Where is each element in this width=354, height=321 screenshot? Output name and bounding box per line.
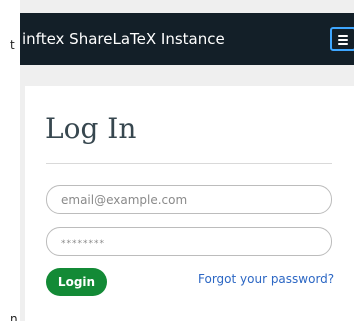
- top-navbar: inftex ShareLaTeX Instance: [20, 13, 354, 65]
- page-edge-strip: t n: [0, 0, 20, 321]
- menu-toggle-button[interactable]: [330, 27, 354, 51]
- hamburger-menu-icon: [338, 35, 348, 37]
- password-field[interactable]: [46, 227, 332, 256]
- clipped-text-fragment: n: [10, 312, 18, 321]
- login-button[interactable]: Login: [46, 268, 107, 296]
- forgot-password-link[interactable]: Forgot your password?: [198, 272, 334, 286]
- login-card: Log In Login Forgot your password?: [25, 86, 354, 321]
- divider: [46, 163, 332, 164]
- hamburger-menu-icon: [338, 43, 348, 45]
- clipped-text-fragment: t: [10, 38, 15, 52]
- email-field[interactable]: [46, 185, 332, 214]
- page-title: Log In: [45, 112, 137, 145]
- app-window: inftex ShareLaTeX Instance Log In Login …: [20, 0, 354, 321]
- brand-link[interactable]: inftex ShareLaTeX Instance: [20, 13, 225, 65]
- hamburger-menu-icon: [338, 39, 348, 41]
